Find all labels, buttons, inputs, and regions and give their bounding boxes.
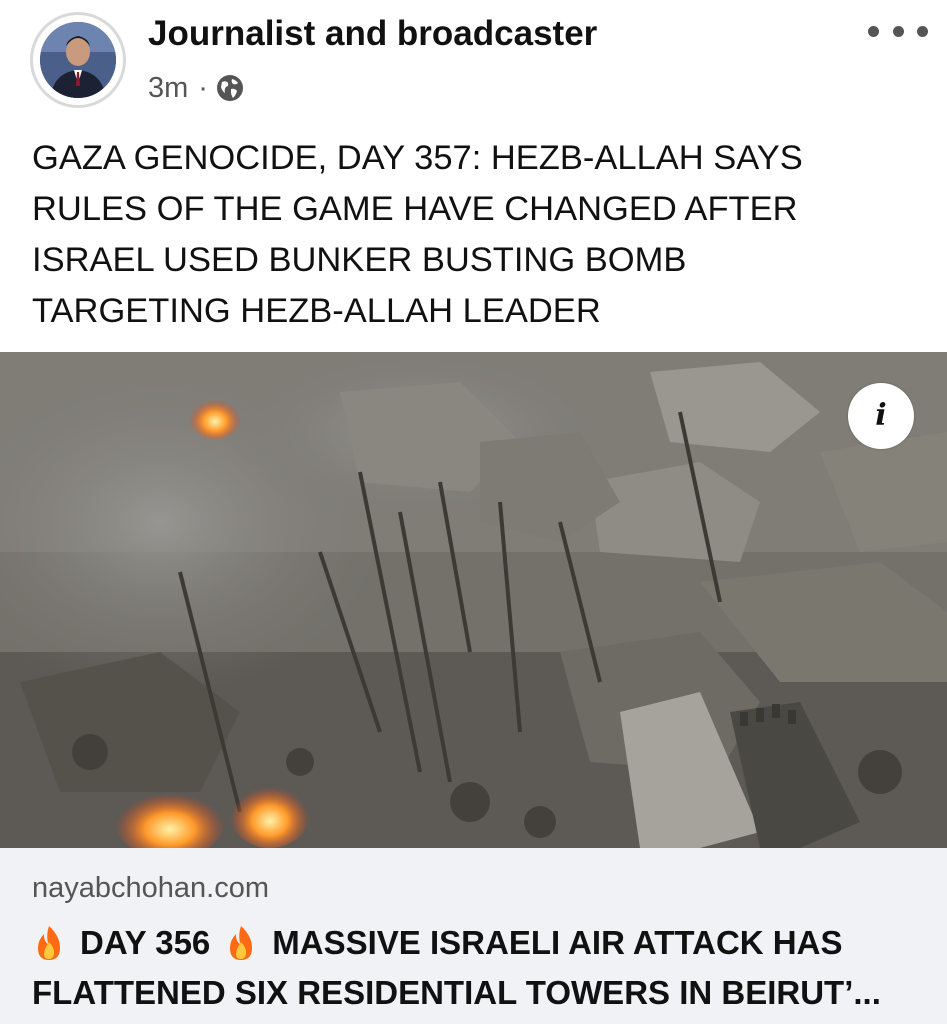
link-preview-card[interactable]: nayabchohan.com DAY 356 MASSIVE ISRAELI …: [0, 848, 947, 1024]
rubble-scene-image: [0, 352, 947, 848]
avatar-image: [40, 22, 116, 98]
post-text-line: RULES OF THE GAME HAVE CHANGED AFTER: [32, 190, 798, 228]
post-text-line: ISRAEL USED BUNKER BUSTING BOMB: [32, 241, 687, 279]
more-dot: [892, 25, 904, 37]
link-title-day: DAY 356: [80, 924, 211, 961]
info-icon[interactable]: i: [848, 383, 914, 449]
post-text-line: TARGETING HEZB-ALLAH LEADER: [32, 292, 601, 330]
post-text-line: GAZA GENOCIDE, DAY 357: HEZB-ALLAH SAYS: [32, 139, 803, 177]
fire-icon: [32, 924, 66, 962]
link-title: DAY 356 MASSIVE ISRAELI AIR ATTACK HAS F…: [32, 918, 932, 1018]
post-header: Journalist and broadcaster 3m ·: [0, 0, 947, 120]
post-text[interactable]: GAZA GENOCIDE, DAY 357: HEZB-ALLAH SAYS …: [32, 133, 922, 337]
meta-separator: ·: [198, 71, 208, 104]
post-timestamp[interactable]: 3m: [148, 72, 188, 105]
link-preview-image[interactable]: [0, 352, 947, 848]
more-dot: [868, 25, 879, 37]
info-label: i: [875, 398, 887, 433]
post-meta: 3m ·: [148, 68, 244, 108]
profile-avatar-ring[interactable]: [30, 12, 126, 108]
link-title-line: DAY 356 MASSIVE ISRAELI AIR ATTACK HAS: [32, 918, 932, 968]
author-name[interactable]: Journalist and broadcaster: [148, 14, 597, 54]
link-title-headline: MASSIVE ISRAELI AIR ATTACK HAS: [272, 924, 843, 961]
link-title-line: FLATTENED SIX RESIDENTIAL TOWERS IN BEIR…: [32, 974, 881, 1011]
fire-icon: [224, 924, 258, 962]
link-domain: nayabchohan.com: [32, 872, 269, 904]
avatar[interactable]: [40, 22, 116, 98]
more-options-icon[interactable]: [868, 14, 928, 48]
more-dot: [917, 25, 928, 37]
globe-icon[interactable]: [216, 74, 244, 102]
